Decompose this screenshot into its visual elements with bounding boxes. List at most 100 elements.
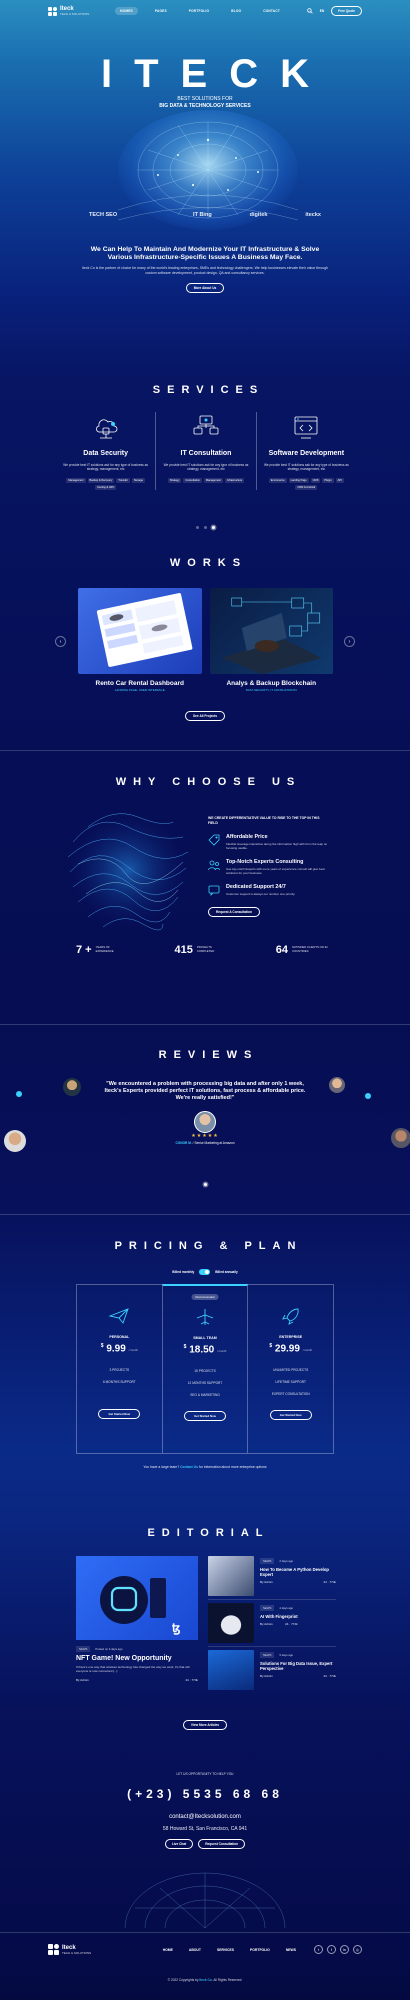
get-started-button[interactable]: Get Started Now: [98, 1409, 141, 1420]
article-tag[interactable]: NEWS: [76, 1646, 91, 1652]
menu-item-portfolio[interactable]: PORTFOLIO: [184, 7, 214, 15]
nav-actions: EN Free Quote: [306, 6, 362, 16]
menu-item-contact[interactable]: CONTACT: [258, 7, 285, 15]
article-views: 774k: [191, 1678, 198, 1682]
reviewer-avatar[interactable]: [4, 1130, 26, 1152]
article-title[interactable]: AI With Fingerprint: [260, 1614, 298, 1619]
pagination-dot[interactable]: [195, 526, 199, 529]
see-all-projects-button[interactable]: See All Projects: [185, 711, 225, 721]
article-excerpt: If there's one way that wireless technol…: [76, 1665, 190, 1673]
works-prev-arrow-icon[interactable]: ‹: [55, 636, 66, 647]
service-card[interactable]: IT Consultation We provide best IT solut…: [156, 412, 257, 490]
hero-subtitle: BEST SOLUTIONS FOR BIG DATA & TECHNOLOGY…: [0, 96, 410, 109]
footer-logo[interactable]: Iteck TECH & SOLUTIONS: [48, 1944, 91, 1955]
why-item-desc: Use top-notch Experts with more years of…: [226, 867, 325, 876]
view-more-articles-button[interactable]: View More Articles: [182, 1720, 228, 1730]
paper-plane-icon: [108, 1308, 130, 1324]
footer-link-home[interactable]: HOME: [163, 1948, 173, 1952]
pagination-dot[interactable]: [203, 526, 207, 529]
why-item-desc: Customer support is always our number on…: [226, 892, 296, 897]
github-icon[interactable]: ◎: [353, 1945, 362, 1954]
linkedin-icon[interactable]: in: [340, 1945, 349, 1954]
menu-item-homes[interactable]: HOMES: [115, 7, 138, 15]
article-author: By Admin: [76, 1678, 89, 1682]
article-title[interactable]: How To Become A Python Develop Expert: [260, 1567, 336, 1577]
copyright-brand[interactable]: Iteck Co.: [199, 1978, 212, 1982]
article-item[interactable]: NEWS 4 days ago AI With Fingerprint By Ad…: [208, 1603, 336, 1647]
pricing-note-text: for information about more enterprise op…: [198, 1465, 267, 1469]
menu-item-blog[interactable]: BLOG: [226, 7, 246, 15]
article-date: Posted on 3 days ago: [95, 1647, 123, 1651]
footer-link-about[interactable]: ABOUT: [189, 1948, 201, 1952]
article-title[interactable]: NFT Game! New Opportunity: [76, 1655, 198, 1662]
article-date: 5 days ago: [279, 1653, 294, 1657]
services-pagination: [0, 526, 410, 529]
stat-item: 7 + YEARS OF EXPERIENCE: [76, 944, 120, 956]
language-selector[interactable]: EN: [320, 9, 324, 13]
pagination-dot-active[interactable]: [203, 1183, 207, 1186]
plan-feature: 12 MONTHS SUPPORT: [187, 1381, 223, 1386]
twitter-icon[interactable]: t: [314, 1945, 323, 1954]
footer-link-news[interactable]: NEWS: [286, 1948, 296, 1952]
price-tag-icon: [208, 834, 220, 846]
free-quote-button[interactable]: Free Quote: [331, 6, 362, 16]
stat-number: 64: [275, 944, 288, 956]
page: Iteck TECH & SOLUTIONS HOMES PAGES PORTF…: [0, 0, 410, 2000]
service-name: Data Security: [83, 450, 129, 457]
billing-monthly-label[interactable]: Billed monthly: [172, 1270, 194, 1274]
facebook-icon[interactable]: f: [327, 1945, 336, 1954]
article-item[interactable]: NEWS 5 days ago Solutions For Big Data Is…: [208, 1650, 336, 1694]
billing-annually-label[interactable]: Billed annually: [215, 1270, 238, 1274]
featured-article[interactable]: ꜩ NEWS Posted on 3 days ago NFT Game! New…: [76, 1556, 198, 1697]
article-tag[interactable]: NEWS: [260, 1652, 275, 1658]
article-item[interactable]: NEWS 2 days ago How To Become A Python De…: [208, 1556, 336, 1600]
contact-us-link[interactable]: Contact Us: [180, 1465, 198, 1469]
get-started-button[interactable]: Get Started Now: [269, 1410, 312, 1421]
service-tag: Management: [66, 477, 86, 483]
footer-link-services[interactable]: SERVICES: [217, 1948, 234, 1952]
request-consultation-button[interactable]: Request A Consultation: [208, 907, 260, 918]
article-list: NEWS 2 days ago How To Become A Python De…: [208, 1556, 336, 1697]
work-card[interactable]: Analys & Backup Blockchain DATA SECURITY…: [209, 588, 333, 692]
service-tag: API: [335, 477, 344, 483]
review-card: "We encountered a problem with processin…: [100, 1081, 310, 1145]
get-started-button[interactable]: Get Started Now: [184, 1411, 226, 1422]
article-title[interactable]: Solutions For Big Data Issue, Expert Per…: [260, 1661, 336, 1671]
request-consultation-footer-button[interactable]: Request Consultation: [198, 1839, 246, 1849]
code-window-icon: [294, 416, 318, 439]
service-tag: Plugin: [322, 477, 334, 483]
why-intro: WE CREATE DIFFERENTIATIVE VALUE TO RISE …: [208, 816, 320, 825]
more-about-us-button[interactable]: More About Us: [185, 283, 225, 293]
contact-phone[interactable]: (+23) 5535 68 68: [0, 1787, 410, 1801]
article-footer: By Admin 24 · 774k: [76, 1678, 198, 1682]
logo[interactable]: Iteck TECH & SOLUTIONS: [48, 6, 89, 16]
reviewer-avatar[interactable]: [329, 1077, 345, 1093]
article-tag[interactable]: NEWS: [260, 1605, 275, 1611]
blockchain-laptop-image: [221, 597, 322, 674]
why-item-desc: Flexible leverage interactive along the …: [226, 842, 328, 851]
hero-intro: We Can Help To Maintain And Modernize Yo…: [80, 246, 330, 293]
work-card[interactable]: Rento Car Rental Dashboard LANDING PAGE,…: [78, 588, 202, 692]
social-links: t f in ◎: [314, 1945, 362, 1954]
live-chat-button[interactable]: Live Chat: [164, 1839, 194, 1849]
service-card[interactable]: Data Security We provide best IT solutio…: [56, 412, 157, 490]
service-tag: CRM & Android: [295, 484, 318, 490]
pagination-dot-active[interactable]: [211, 526, 215, 529]
brand-logo: digitek: [249, 212, 268, 218]
works-next-arrow-icon[interactable]: ›: [344, 636, 355, 647]
search-icon[interactable]: [306, 8, 313, 14]
logo-mark-icon: [48, 1944, 59, 1955]
reviewer-avatar[interactable]: [63, 1078, 81, 1096]
service-card[interactable]: Software Development We provide best IT …: [257, 412, 356, 490]
work-thumbnail: [209, 588, 333, 674]
plan-name: SMALL TEAM: [193, 1336, 217, 1340]
contact-email[interactable]: contact@Itecksolution.com: [0, 1814, 410, 1820]
plan-feature: LIFETIME SUPPORT: [275, 1380, 306, 1385]
article-tag[interactable]: NEWS: [260, 1558, 275, 1564]
reviewer-avatar[interactable]: [391, 1128, 410, 1148]
plan-price-value: 9.99: [106, 1343, 126, 1355]
menu-item-pages[interactable]: PAGES: [150, 7, 172, 15]
billing-switch[interactable]: [199, 1269, 211, 1275]
service-tag: Landing Page: [288, 477, 309, 483]
footer-link-portfolio[interactable]: PORTFOLIO: [250, 1948, 270, 1952]
